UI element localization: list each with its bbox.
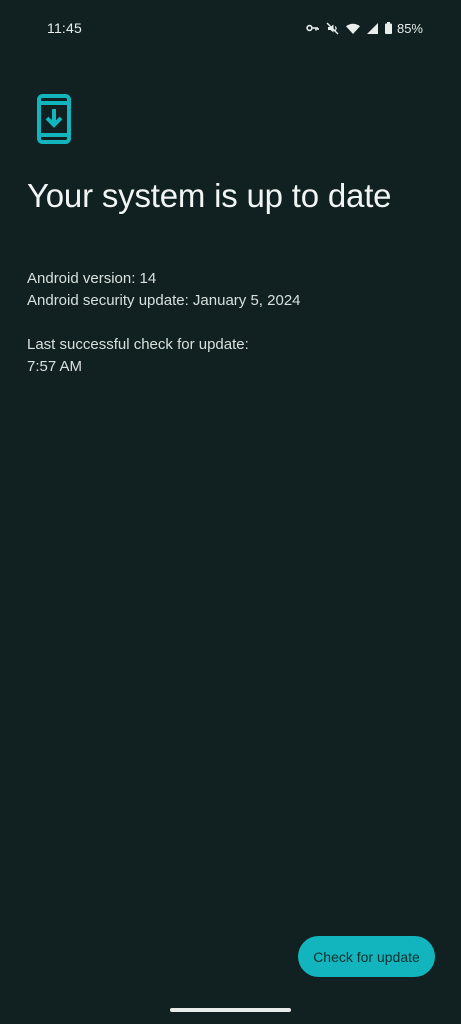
gesture-nav-handle[interactable] bbox=[170, 1008, 291, 1012]
battery-icon bbox=[384, 22, 392, 34]
mute-icon bbox=[326, 22, 339, 35]
page-title: Your system is up to date bbox=[27, 177, 392, 214]
version-info: Android version: 14 Android security upd… bbox=[27, 268, 301, 311]
vpn-key-icon bbox=[306, 23, 319, 33]
security-update: Android security update: January 5, 2024 bbox=[27, 291, 301, 309]
status-bar: 11:45 85% bbox=[0, 0, 461, 58]
last-check-info: Last successful check for update: 7:57 A… bbox=[27, 334, 249, 377]
status-time: 11:45 bbox=[47, 20, 82, 36]
wifi-icon bbox=[345, 23, 360, 34]
system-update-icon bbox=[37, 94, 71, 144]
battery-percent: 85% bbox=[396, 20, 423, 36]
status-icons: 85% bbox=[306, 19, 423, 37]
cell-signal-icon bbox=[366, 22, 378, 34]
last-check-label: Last successful check for update: bbox=[27, 336, 249, 353]
last-check-time: 7:57 AM bbox=[27, 357, 83, 375]
check-for-update-button[interactable]: Check for update bbox=[298, 936, 435, 977]
android-version: Android version: 14 bbox=[27, 270, 157, 287]
